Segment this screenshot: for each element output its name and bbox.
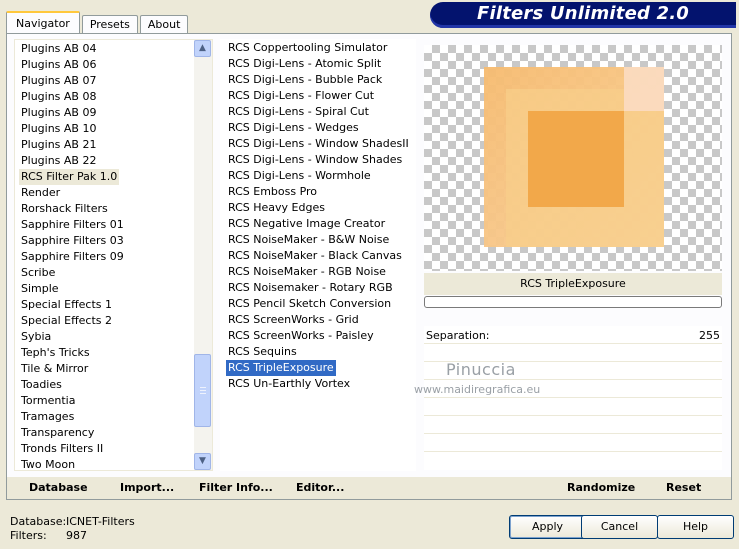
cancel-button[interactable]: Cancel	[581, 515, 658, 539]
filter-item[interactable]: RCS TripleExposure	[226, 360, 336, 376]
filter-item[interactable]: RCS Digi-Lens - Window ShadesII	[228, 136, 409, 152]
database-label: Database:	[10, 515, 67, 528]
param-row-separation[interactable]: Separation: 255	[424, 326, 722, 344]
filter-item[interactable]: RCS Pencil Sketch Conversion	[228, 296, 391, 312]
filter-item[interactable]: RCS Digi-Lens - Window Shades	[228, 152, 402, 168]
filter-item[interactable]: RCS NoiseMaker - Black Canvas	[228, 248, 402, 264]
filter-item[interactable]: RCS Noisemaker - Rotary RGB	[228, 280, 393, 296]
category-item[interactable]: Transparency	[21, 425, 94, 441]
database-value: ICNET-Filters	[66, 515, 135, 528]
filter-item[interactable]: RCS Un-Earthly Vortex	[228, 376, 350, 392]
category-item[interactable]: Sybia	[21, 329, 51, 345]
filter-item[interactable]: RCS Heavy Edges	[228, 200, 325, 216]
editor-button[interactable]: Editor...	[296, 481, 344, 494]
randomize-button[interactable]: Randomize	[567, 481, 635, 494]
help-button[interactable]: Help	[657, 515, 734, 539]
filter-item[interactable]: RCS Emboss Pro	[228, 184, 317, 200]
category-item[interactable]: Special Effects 2	[21, 313, 112, 329]
filter-item[interactable]: RCS Digi-Lens - Atomic Split	[228, 56, 381, 72]
filter-item[interactable]: RCS Digi-Lens - Flower Cut	[228, 88, 374, 104]
database-button[interactable]: Database	[29, 481, 88, 494]
category-item[interactable]: Plugins AB 21	[21, 137, 96, 153]
filter-item[interactable]: RCS Coppertooling Simulator	[228, 40, 387, 56]
progress-bar	[424, 296, 722, 308]
param-label: Separation:	[426, 329, 490, 342]
scroll-thumb[interactable]	[194, 354, 211, 427]
filter-item[interactable]: RCS NoiseMaker - RGB Noise	[228, 264, 386, 280]
category-item[interactable]: Two Moon	[21, 457, 75, 470]
filter-item[interactable]: RCS Sequins	[228, 344, 297, 360]
preview-image	[424, 45, 722, 271]
reset-button[interactable]: Reset	[666, 481, 701, 494]
filter-item[interactable]: RCS ScreenWorks - Grid	[228, 312, 359, 328]
apply-button[interactable]: Apply	[509, 515, 586, 539]
category-item[interactable]: Tormentia	[21, 393, 75, 409]
preview-filter-name: RCS TripleExposure	[424, 273, 722, 295]
filter-item[interactable]: RCS Digi-Lens - Bubble Pack	[228, 72, 382, 88]
category-item[interactable]: Toadies	[21, 377, 62, 393]
param-row-empty	[424, 398, 722, 416]
category-item[interactable]: Render	[21, 185, 60, 201]
filter-item[interactable]: RCS Digi-Lens - Spiral Cut	[228, 104, 369, 120]
tab-strip: Navigator Presets About	[6, 10, 190, 34]
category-item[interactable]: RCS Filter Pak 1.0	[19, 169, 120, 185]
title-banner: Filters Unlimited 2.0	[430, 2, 736, 28]
scroll-down-button[interactable]: ▼	[194, 453, 211, 470]
tab-navigator[interactable]: Navigator	[6, 11, 80, 34]
parameter-panel: Separation: 255	[424, 326, 722, 470]
panel-toolbar: Database Import... Filter Info... Editor…	[7, 477, 731, 499]
category-list[interactable]: Plugins AB 04 Plugins AB 06 Plugins AB 07 P…	[14, 39, 213, 471]
category-item[interactable]: Plugins AB 10	[21, 121, 96, 137]
category-item[interactable]: Tronds Filters II	[21, 441, 103, 457]
category-item[interactable]: Plugins AB 04	[21, 41, 96, 57]
param-row-empty	[424, 416, 722, 434]
watermark-url: www.maidiregrafica.eu	[414, 383, 541, 396]
scroll-up-button[interactable]: ▲	[194, 40, 211, 57]
watermark-name: Pinuccia	[446, 360, 516, 379]
filter-list[interactable]: RCS Coppertooling Simulator RCS Digi-Lens…	[220, 39, 416, 471]
category-item[interactable]: Tile & Mirror	[21, 361, 88, 377]
category-item[interactable]: Sapphire Filters 09	[21, 249, 124, 265]
filter-info-button[interactable]: Filter Info...	[199, 481, 273, 494]
category-scrollbar[interactable]: ▲ ▼	[194, 40, 212, 470]
filter-item[interactable]: RCS ScreenWorks - Paisley	[228, 328, 374, 344]
filter-item[interactable]: RCS Digi-Lens - Wedges	[228, 120, 359, 136]
category-item[interactable]: Sapphire Filters 01	[21, 217, 124, 233]
category-item[interactable]: Plugins AB 06	[21, 57, 96, 73]
filters-label: Filters:	[10, 529, 47, 542]
filters-count: 987	[66, 529, 87, 542]
category-item[interactable]: Special Effects 1	[21, 297, 112, 313]
category-item[interactable]: Rorshack Filters	[21, 201, 108, 217]
param-value: 255	[699, 329, 720, 342]
status-area: Database:ICNET-Filters Filters: 987	[10, 515, 135, 543]
category-item[interactable]: Simple	[21, 281, 59, 297]
category-item[interactable]: Tramages	[21, 409, 74, 425]
category-item[interactable]: Teph's Tricks	[21, 345, 90, 361]
tab-about[interactable]: About	[139, 15, 189, 34]
param-row-empty	[424, 434, 722, 452]
category-item[interactable]: Plugins AB 07	[21, 73, 96, 89]
category-item[interactable]: Sapphire Filters 03	[21, 233, 124, 249]
category-item[interactable]: Scribe	[21, 265, 55, 281]
category-item[interactable]: Plugins AB 22	[21, 153, 96, 169]
tab-presets[interactable]: Presets	[81, 15, 138, 34]
filter-item[interactable]: RCS NoiseMaker - B&W Noise	[228, 232, 389, 248]
category-item[interactable]: Plugins AB 09	[21, 105, 96, 121]
filter-item[interactable]: RCS Negative Image Creator	[228, 216, 385, 232]
import-button[interactable]: Import...	[120, 481, 174, 494]
app-title: Filters Unlimited 2.0	[476, 3, 690, 24]
category-item[interactable]: Plugins AB 08	[21, 89, 96, 105]
filter-item[interactable]: RCS Digi-Lens - Wormhole	[228, 168, 371, 184]
